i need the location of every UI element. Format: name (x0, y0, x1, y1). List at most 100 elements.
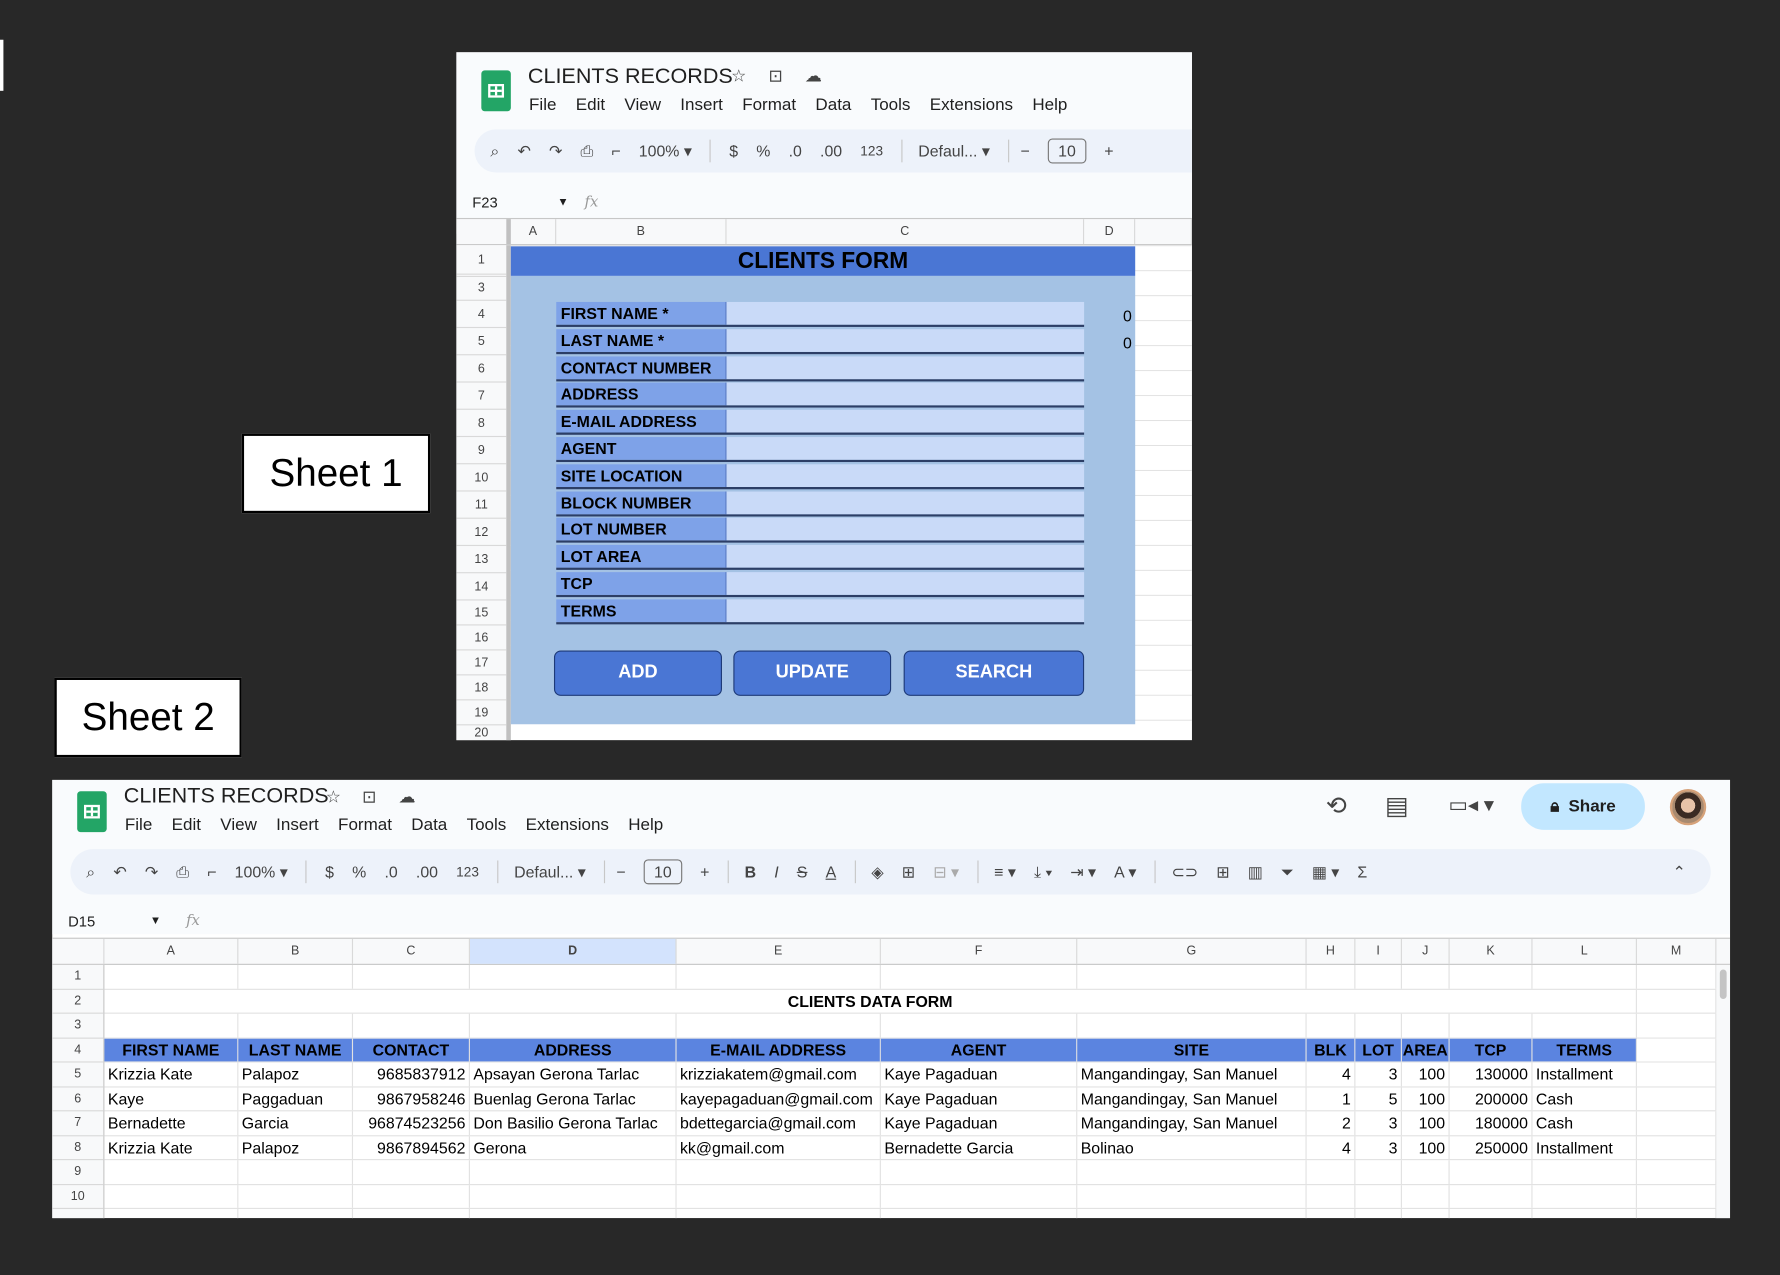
cell[interactable] (353, 1013, 470, 1038)
zoom-select[interactable]: 100% ▾ (235, 862, 288, 881)
corner[interactable] (52, 938, 105, 964)
print-icon[interactable]: ⎙ (580, 141, 593, 160)
row-header[interactable]: 15 (456, 601, 507, 626)
italic-icon[interactable]: I (774, 863, 778, 881)
name-box[interactable]: F23 (472, 194, 557, 211)
cell[interactable] (677, 1160, 881, 1184)
currency-button[interactable]: $ (325, 863, 334, 881)
table-cell[interactable]: Cash (1533, 1111, 1637, 1135)
cell[interactable] (1450, 1013, 1533, 1038)
cell[interactable] (1533, 964, 1637, 989)
table-cell[interactable]: Cash (1533, 1086, 1637, 1111)
column-title[interactable]: CONTACT (353, 1038, 470, 1062)
menu-format[interactable]: Format (742, 95, 796, 114)
column-title[interactable]: ADDRESS (469, 1038, 677, 1062)
column-title[interactable]: LAST NAME (238, 1038, 354, 1062)
column-header-a[interactable]: A (511, 219, 557, 245)
column-header-b[interactable]: B (556, 219, 727, 245)
font-size-input[interactable]: 10 (643, 859, 682, 885)
bold-icon[interactable]: B (745, 863, 756, 881)
insert-link-icon[interactable]: ⊂⊃ (1171, 862, 1198, 881)
field-input[interactable] (726, 410, 1085, 433)
cell[interactable] (1077, 1184, 1307, 1208)
table-cell[interactable]: krizziakatem@gmail.com (677, 1062, 881, 1086)
row-header[interactable]: 4 (456, 301, 507, 329)
column-title[interactable]: SITE (1077, 1038, 1307, 1062)
column-header-l[interactable]: L (1533, 938, 1637, 964)
table-cell[interactable]: Installment (1533, 1062, 1637, 1086)
menu-file[interactable]: File (529, 95, 556, 114)
cell[interactable] (470, 1160, 677, 1184)
field-input[interactable] (726, 518, 1085, 541)
row-header[interactable]: 4 (52, 1038, 104, 1063)
text-color-icon[interactable]: A (826, 863, 837, 881)
table-cell[interactable]: 9867894562 (353, 1135, 470, 1160)
cell[interactable] (1355, 964, 1402, 989)
table-cell[interactable]: Bolinao (1077, 1135, 1307, 1160)
cell[interactable] (881, 964, 1078, 989)
table-title[interactable]: CLIENTS DATA FORM (104, 989, 1637, 1013)
share-button[interactable]: 🔒︎ Share (1521, 783, 1645, 830)
cell[interactable] (1077, 1208, 1307, 1219)
table-cell[interactable]: Apsayan Gerona Tarlac (470, 1062, 677, 1086)
row-header[interactable]: 2 (52, 989, 104, 1014)
table-cell[interactable]: Buenlag Gerona Tarlac (470, 1086, 677, 1111)
star-icon[interactable]: ☆ (731, 66, 746, 86)
field-input[interactable] (726, 355, 1085, 379)
menu-insert[interactable]: Insert (276, 815, 319, 834)
cell[interactable] (104, 1208, 239, 1219)
insert-chart-icon[interactable]: ▥ (1248, 862, 1263, 881)
cell[interactable] (1450, 1208, 1533, 1219)
column-title[interactable]: LOT (1355, 1038, 1402, 1062)
undo-icon[interactable]: ↶ (113, 862, 126, 881)
sheets-logo-icon[interactable] (481, 70, 511, 112)
cell[interactable] (238, 1184, 354, 1208)
cell[interactable] (881, 1184, 1078, 1208)
cell[interactable] (1077, 964, 1307, 989)
table-cell[interactable]: Garcia (238, 1111, 354, 1135)
cell[interactable] (353, 964, 470, 989)
table-cell[interactable]: 200000 (1450, 1086, 1533, 1111)
table-cell[interactable]: Palapoz (238, 1062, 354, 1086)
field-input[interactable] (726, 383, 1085, 406)
paint-format-icon[interactable]: ⌐ (207, 863, 216, 881)
row-header[interactable]: 18 (456, 675, 507, 701)
row-header[interactable]: 7 (52, 1111, 104, 1136)
row-header[interactable]: 9 (456, 437, 507, 465)
table-cell[interactable]: 250000 (1450, 1135, 1533, 1160)
search-icon[interactable]: ⌕ (490, 141, 499, 160)
move-folder-icon[interactable]: ⊡ (362, 787, 376, 807)
column-title[interactable]: BLK (1306, 1038, 1356, 1062)
column-header-m[interactable]: M (1637, 938, 1717, 964)
table-cell[interactable]: Kaye Pagaduan (881, 1111, 1078, 1135)
cell[interactable] (104, 1160, 239, 1184)
more-formats-button[interactable]: 123 (456, 864, 479, 880)
more-formats-button[interactable]: 123 (860, 143, 883, 159)
cell[interactable] (238, 1013, 354, 1038)
table-cell[interactable]: 2 (1307, 1111, 1356, 1135)
cell[interactable] (677, 1013, 881, 1038)
decrease-decimal-button[interactable]: .0 (384, 863, 397, 881)
cell[interactable] (470, 964, 677, 989)
table-cell[interactable]: kk@gmail.com (677, 1135, 881, 1160)
cell[interactable] (1307, 1160, 1356, 1184)
cell[interactable] (1307, 964, 1356, 989)
filter-views-icon[interactable]: ▦ ▾ (1312, 862, 1339, 881)
cell[interactable] (1307, 1013, 1356, 1038)
menu-insert[interactable]: Insert (680, 95, 723, 114)
field-input[interactable] (726, 301, 1085, 325)
column-header-c[interactable]: C (727, 219, 1085, 245)
cell[interactable] (881, 1013, 1078, 1038)
row-header[interactable]: 10 (52, 1185, 104, 1209)
name-box[interactable]: D15 (68, 912, 150, 929)
column-header-j[interactable]: J (1402, 938, 1450, 964)
table-cell[interactable]: 180000 (1450, 1111, 1533, 1135)
font-size-increase[interactable]: + (700, 863, 709, 881)
table-cell[interactable]: Mangandingay, San Manuel (1077, 1086, 1307, 1111)
table-cell[interactable]: Gerona (470, 1135, 677, 1160)
collapse-toolbar-icon[interactable]: ⌃ (1672, 862, 1685, 881)
row-header[interactable]: 6 (456, 355, 507, 383)
cell[interactable] (677, 964, 881, 989)
menu-data[interactable]: Data (815, 95, 851, 114)
cell[interactable] (1636, 1038, 1717, 1062)
